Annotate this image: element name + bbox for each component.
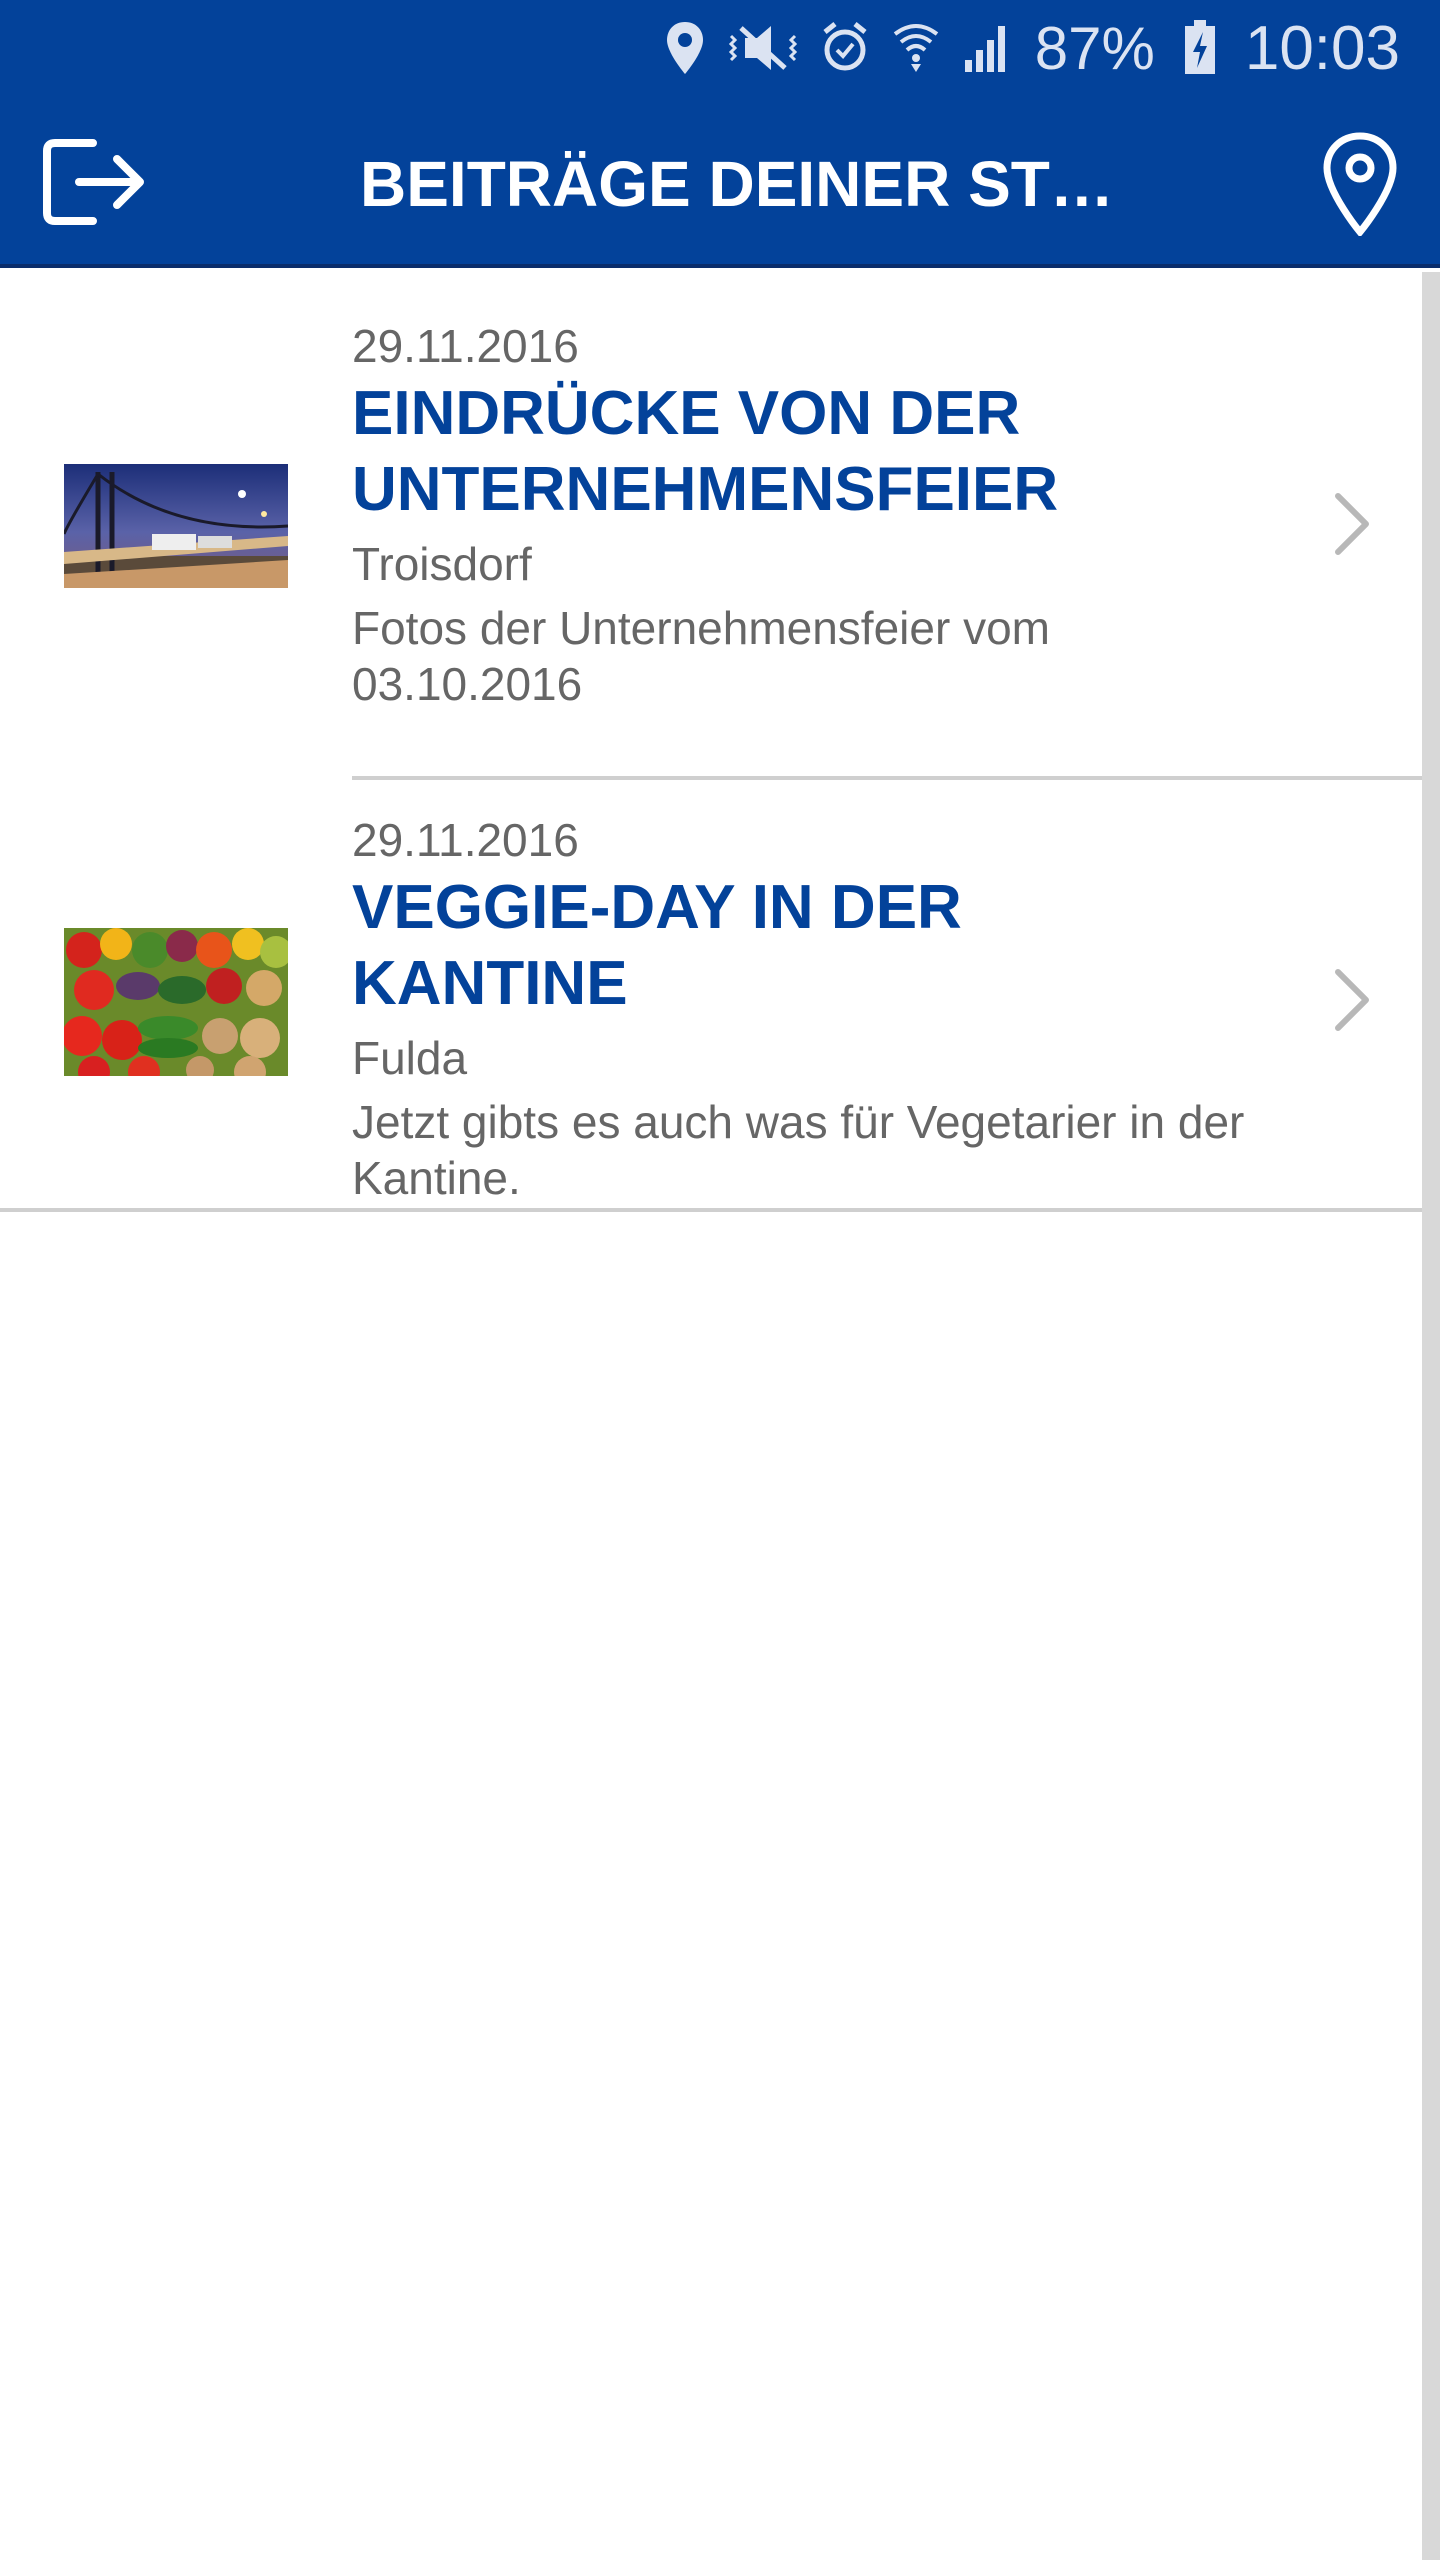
post-excerpt: Fotos der Unternehmensfeier vom 03.10.20… xyxy=(352,602,1050,710)
post-thumbnail xyxy=(64,928,288,1076)
wifi-icon xyxy=(891,20,941,76)
app-screen: 87% 10:03 BEITRÄGE DEINER ST… 29.11.2016… xyxy=(0,0,1440,2560)
post-title: VEGGIE-DAY IN DER KANTINE xyxy=(352,873,962,1018)
post-content: 29.11.2016 VEGGIE-DAY IN DER KANTINE Ful… xyxy=(352,810,1252,1206)
post-location: Fulda xyxy=(352,1032,468,1084)
news-feed-list: 29.11.2016 EINDRÜCKE VON DER UNTERNEHMEN… xyxy=(0,272,1422,1212)
clock: 10:03 xyxy=(1244,13,1400,83)
page-title: BEITRÄGE DEINER ST… xyxy=(360,148,1114,220)
post-date: 29.11.2016 xyxy=(352,320,579,372)
vibrate-mute-icon xyxy=(727,20,799,76)
post-excerpt: Jetzt gibts es auch was für Vegetarier i… xyxy=(352,1096,1245,1204)
logout-button[interactable] xyxy=(40,132,150,232)
signal-icon xyxy=(963,20,1013,76)
location-filter-button[interactable] xyxy=(1310,124,1410,244)
post-location: Troisdorf xyxy=(352,538,532,590)
post-content: 29.11.2016 EINDRÜCKE VON DER UNTERNEHMEN… xyxy=(352,316,1252,712)
chevron-right-icon xyxy=(1322,960,1382,1040)
status-bar: 87% 10:03 xyxy=(0,0,1440,96)
battery-percent: 87% xyxy=(1034,14,1155,82)
list-item[interactable]: 29.11.2016 EINDRÜCKE VON DER UNTERNEHMEN… xyxy=(0,272,1422,780)
post-date: 29.11.2016 xyxy=(352,814,579,866)
location-icon xyxy=(665,20,705,76)
list-divider xyxy=(0,1208,1422,1212)
app-bar: BEITRÄGE DEINER ST… xyxy=(0,96,1440,268)
post-thumbnail xyxy=(64,464,288,588)
logout-icon xyxy=(43,139,144,225)
alarm-icon xyxy=(821,20,869,76)
map-pin-icon xyxy=(1323,132,1397,236)
scrollbar[interactable] xyxy=(1422,272,1440,2560)
list-item[interactable]: 29.11.2016 VEGGIE-DAY IN DER KANTINE Ful… xyxy=(0,780,1422,1212)
chevron-right-icon xyxy=(1322,484,1382,564)
battery-charging-icon xyxy=(1183,20,1217,76)
post-title: EINDRÜCKE VON DER UNTERNEHMENSFEIER xyxy=(352,379,1059,524)
